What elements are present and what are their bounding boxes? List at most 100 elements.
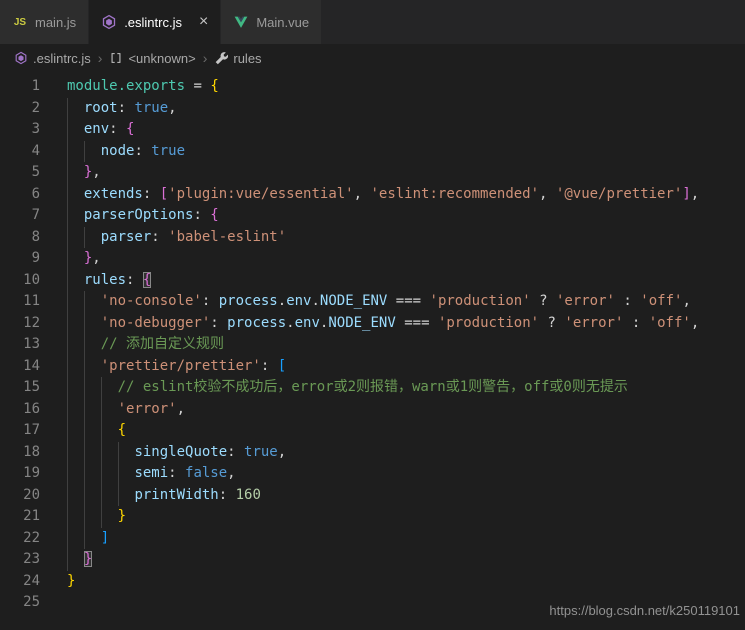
code-token: , [539, 186, 556, 202]
code-token: process [219, 293, 278, 309]
indent-guide [84, 313, 85, 335]
code-text: } [67, 506, 126, 528]
breadcrumb-item[interactable]: rules [214, 51, 261, 66]
line-number[interactable]: 12 [0, 313, 40, 335]
code-line[interactable]: 8 parser: 'babel-eslint' [0, 227, 745, 249]
line-number[interactable]: 17 [0, 420, 40, 442]
close-icon[interactable]: × [199, 14, 208, 30]
code-text: rules: { [67, 270, 151, 292]
line-number[interactable]: 14 [0, 356, 40, 378]
breadcrumb-item[interactable]: <unknown> [109, 51, 195, 66]
code-token: process [227, 315, 286, 331]
line-number[interactable]: 22 [0, 528, 40, 550]
line-number[interactable]: 25 [0, 592, 40, 614]
line-number[interactable]: 9 [0, 248, 40, 270]
indent-guide [67, 313, 68, 335]
line-number[interactable]: 18 [0, 442, 40, 464]
code-token: : [126, 272, 143, 288]
line-number[interactable]: 19 [0, 463, 40, 485]
code-text: } [67, 549, 92, 571]
line-number[interactable]: 11 [0, 291, 40, 313]
line-number[interactable]: 8 [0, 227, 40, 249]
line-number[interactable]: 13 [0, 334, 40, 356]
indent-guide [84, 463, 85, 485]
code-line[interactable]: 7 parserOptions: { [0, 205, 745, 227]
code-token: 'prettier/prettier' [101, 358, 261, 374]
code-token: , [691, 315, 699, 331]
code-line[interactable]: 21 } [0, 506, 745, 528]
line-number[interactable]: 16 [0, 399, 40, 421]
line-number[interactable]: 5 [0, 162, 40, 184]
code-line[interactable]: 23 } [0, 549, 745, 571]
code-line[interactable]: 12 'no-debugger': process.env.NODE_ENV =… [0, 313, 745, 335]
code-text: 'no-console': process.env.NODE_ENV === '… [67, 291, 691, 313]
tab-main-js[interactable]: JSmain.js [0, 0, 89, 44]
matched-bracket: } [84, 551, 92, 567]
indent-guide [67, 377, 68, 399]
code-line[interactable]: 22 ] [0, 528, 745, 550]
line-number[interactable]: 20 [0, 485, 40, 507]
breadcrumb-item[interactable]: .eslintrc.js [14, 51, 91, 66]
code-token: . [278, 293, 286, 309]
code-line[interactable]: 14 'prettier/prettier': [ [0, 356, 745, 378]
code-token: env [84, 121, 109, 137]
editor[interactable]: 1 module.exports = {2 root: true,3 env: {… [0, 72, 745, 614]
code-token: parser [101, 229, 152, 245]
watermark: https://blog.csdn.net/k250119101 [549, 603, 740, 618]
code-line[interactable]: 13 // 添加自定义规则 [0, 334, 745, 356]
indent-guide [84, 227, 85, 249]
line-number[interactable]: 15 [0, 377, 40, 399]
code-line[interactable]: 10 rules: { [0, 270, 745, 292]
tab-main-vue[interactable]: Main.vue [221, 0, 322, 44]
code-text: module.exports = { [67, 76, 219, 98]
code-line[interactable]: 19 semi: false, [0, 463, 745, 485]
line-number[interactable]: 1 [0, 76, 40, 98]
eslint-file-icon [14, 51, 28, 65]
code-line[interactable]: 9 }, [0, 248, 745, 270]
code-text: }, [67, 162, 101, 184]
line-number[interactable]: 4 [0, 141, 40, 163]
line-number[interactable]: 10 [0, 270, 40, 292]
indent-guide [67, 442, 68, 464]
code-token: [ [278, 358, 286, 374]
code-text: // eslint校验不成功后，error或2则报错，warn或1则警告，off… [67, 377, 628, 399]
line-number[interactable]: 23 [0, 549, 40, 571]
code-line[interactable]: 3 env: { [0, 119, 745, 141]
code-line[interactable]: 1 module.exports = { [0, 76, 745, 98]
code-line[interactable]: 18 singleQuote: true, [0, 442, 745, 464]
indent-guide [67, 463, 68, 485]
code-token: === [396, 315, 438, 331]
indent-guide [118, 463, 119, 485]
code-line[interactable]: 2 root: true, [0, 98, 745, 120]
code-token: env [295, 315, 320, 331]
line-number[interactable]: 3 [0, 119, 40, 141]
code-text: parserOptions: { [67, 205, 219, 227]
code-line[interactable]: 4 node: true [0, 141, 745, 163]
tab-label: main.js [35, 15, 76, 30]
code-token: 'no-console' [101, 293, 202, 309]
code-line[interactable]: 6 extends: ['plugin:vue/essential', 'esl… [0, 184, 745, 206]
line-number[interactable]: 2 [0, 98, 40, 120]
indent-guide [67, 399, 68, 421]
line-number[interactable]: 6 [0, 184, 40, 206]
code-token: ? [531, 293, 556, 309]
code-line[interactable]: 17 { [0, 420, 745, 442]
line-number[interactable]: 24 [0, 571, 40, 593]
line-number[interactable]: 21 [0, 506, 40, 528]
code-line[interactable]: 5 }, [0, 162, 745, 184]
code-token: { [118, 422, 126, 438]
line-number[interactable]: 7 [0, 205, 40, 227]
tab-eslintrc-js[interactable]: .eslintrc.js× [89, 0, 221, 44]
code-line[interactable]: 24} [0, 571, 745, 593]
breadcrumb-label: <unknown> [128, 51, 195, 66]
indent-guide [67, 291, 68, 313]
code-token: === [387, 293, 429, 309]
code-token: , [227, 465, 235, 481]
code-token: 'production' [430, 293, 531, 309]
code-line[interactable]: 20 printWidth: 160 [0, 485, 745, 507]
code-line[interactable]: 16 'error', [0, 399, 745, 421]
code-text: } [67, 571, 75, 593]
code-line[interactable]: 11 'no-console': process.env.NODE_ENV ==… [0, 291, 745, 313]
code-token: 'plugin:vue/essential' [168, 186, 353, 202]
code-line[interactable]: 15 // eslint校验不成功后，error或2则报错，warn或1则警告，… [0, 377, 745, 399]
